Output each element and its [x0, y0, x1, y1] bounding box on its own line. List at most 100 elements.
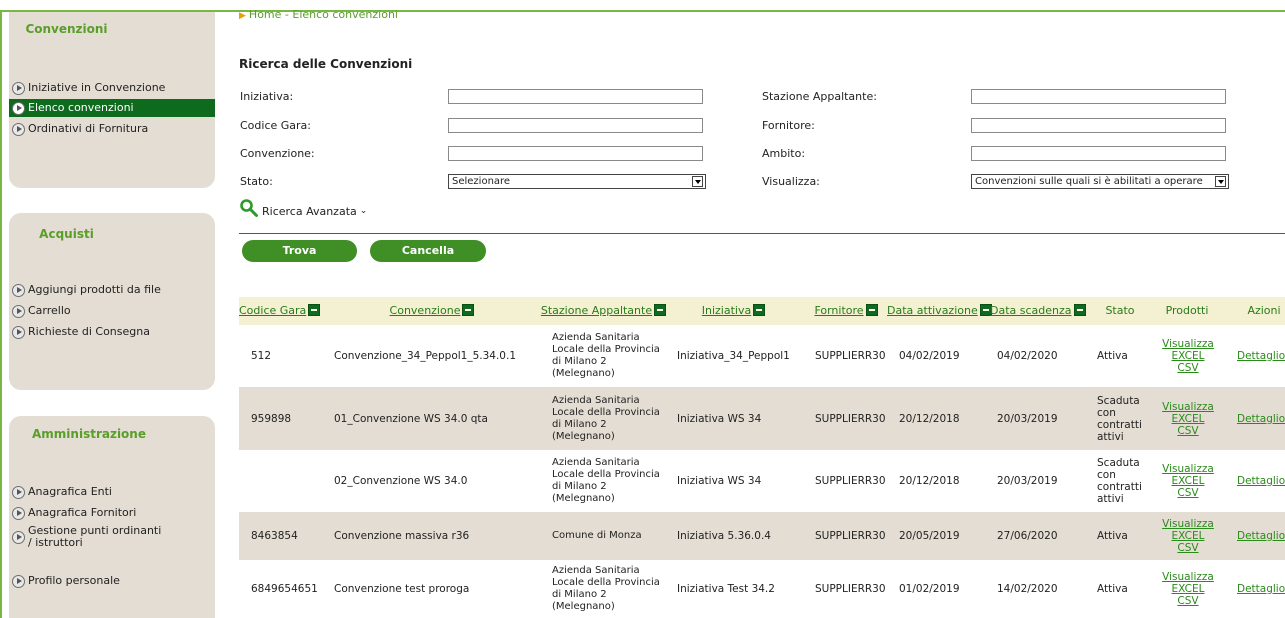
cell-stazione: Azienda Sanitaria Locale della Provincia… — [552, 565, 660, 612]
col-header-fornitore[interactable]: Fornitore — [810, 297, 882, 325]
sidebar-item-anagrafica-enti[interactable]: Anagrafica Enti — [9, 483, 215, 501]
product-link-csv[interactable]: CSV — [1177, 362, 1198, 374]
detail-link[interactable]: Dettaglio — [1237, 583, 1285, 595]
cell-data-scadenza: 27/06/2020 — [997, 530, 1058, 542]
cell-data-attivazione: 20/12/2018 — [899, 475, 960, 487]
cell-stato: Attiva — [1097, 350, 1128, 362]
product-link-csv[interactable]: CSV — [1177, 487, 1198, 499]
detail-link[interactable]: Dettaglio — [1237, 475, 1285, 487]
collapse-icon[interactable] — [654, 304, 667, 316]
product-link-excel[interactable]: EXCEL — [1172, 350, 1205, 362]
cell-azioni: Dettaglio — [1237, 512, 1285, 560]
product-link-csv[interactable]: CSV — [1177, 542, 1198, 554]
collapse-icon[interactable] — [1073, 304, 1086, 316]
sidebar-item-iniziative[interactable]: Iniziative in Convenzione — [9, 79, 215, 97]
fornitore-input[interactable] — [971, 118, 1226, 133]
ambito-label: Ambito: — [762, 147, 806, 160]
iniziativa-label: Iniziativa: — [240, 90, 294, 103]
product-links: Visualizza EXCEL CSV — [1162, 518, 1214, 554]
search-icon — [240, 199, 258, 217]
collapse-icon[interactable] — [308, 304, 321, 316]
col-header-stazione[interactable]: Stazione Appaltante — [540, 297, 667, 325]
collapse-icon[interactable] — [753, 304, 766, 316]
sidebar-item-richieste-consegna[interactable]: Richieste di Consegna — [9, 323, 215, 341]
codice-gara-input[interactable] — [448, 118, 703, 133]
col-header-convenzione[interactable]: Convenzione — [326, 297, 538, 325]
breadcrumb-text[interactable]: Home - Elenco convenzioni — [249, 8, 398, 21]
product-link-excel[interactable]: EXCEL — [1172, 413, 1205, 425]
sidebar-item-gestione-punti[interactable]: Gestione punti ordinanti / istruttori — [9, 523, 215, 551]
collapse-icon[interactable] — [462, 304, 475, 316]
product-link-excel[interactable]: EXCEL — [1172, 475, 1205, 487]
cell-data-attivazione: 01/02/2019 — [899, 583, 960, 595]
codice-gara-label: Codice Gara: — [240, 119, 311, 132]
cell-azioni: Dettaglio — [1237, 560, 1285, 618]
ambito-input[interactable] — [971, 146, 1226, 161]
cell-stato: Attiva — [1097, 530, 1128, 542]
sidebar-panel-acquisti: Acquisti Aggiungi prodotti da file Carre… — [9, 213, 215, 390]
cell-iniziativa: Iniziativa_34_Peppol1 — [677, 350, 790, 362]
col-header-label: Fornitore — [814, 304, 864, 317]
detail-link[interactable]: Dettaglio — [1237, 413, 1285, 425]
product-link-visualizza[interactable]: Visualizza — [1162, 338, 1214, 350]
sidebar-item-profilo[interactable]: Profilo personale — [9, 572, 215, 590]
cell-data-scadenza: 14/02/2020 — [997, 583, 1058, 595]
cell-fornitore: SUPPLIERR30 — [815, 530, 886, 542]
col-header-data-attivazione[interactable]: Data attivazione — [887, 297, 992, 325]
cell-convenzione: Convenzione massiva r36 — [334, 530, 470, 542]
sidebar-item-aggiungi-prodotti[interactable]: Aggiungi prodotti da file — [9, 281, 215, 299]
sidebar-item-ordinativi[interactable]: Ordinativi di Fornitura — [9, 120, 215, 138]
product-link-excel[interactable]: EXCEL — [1172, 530, 1205, 542]
cell-codice-gara: 6849654651 — [251, 583, 318, 595]
stato-select[interactable]: Selezionare — [448, 174, 706, 189]
product-link-csv[interactable]: CSV — [1177, 595, 1198, 607]
visualizza-select[interactable]: Convenzioni sulle quali si è abilitati a… — [971, 174, 1229, 189]
stazione-input[interactable] — [971, 89, 1226, 104]
cell-azioni: Dettaglio — [1237, 450, 1285, 512]
arrow-circle-icon — [12, 283, 25, 297]
col-header-stato: Stato — [1105, 304, 1135, 317]
iniziativa-input[interactable] — [448, 89, 703, 104]
advanced-search-toggle[interactable]: Ricerca Avanzata ⌄ — [239, 198, 367, 218]
col-header-iniziativa[interactable]: Iniziativa — [670, 297, 797, 325]
product-link-visualizza[interactable]: Visualizza — [1162, 463, 1214, 475]
sidebar-title-amministrazione: Amministrazione — [32, 427, 146, 441]
chevron-down-icon: ⌄ — [359, 206, 368, 216]
cell-stato: Scaduta con contratti attivi — [1097, 457, 1142, 505]
sidebar-item-label: Iniziative in Convenzione — [28, 81, 166, 94]
detail-link[interactable]: Dettaglio — [1237, 350, 1285, 362]
product-link-visualizza[interactable]: Visualizza — [1162, 401, 1214, 413]
col-header-data-scadenza[interactable]: Data scadenza — [990, 297, 1086, 325]
sidebar-item-anagrafica-fornitori[interactable]: Anagrafica Fornitori — [9, 504, 215, 522]
col-header-label: Data scadenza — [990, 304, 1072, 317]
arrow-circle-icon — [12, 101, 25, 115]
cell-stato: Scaduta con contratti attivi — [1097, 394, 1142, 443]
col-header-label: Convenzione — [389, 304, 461, 317]
cell-prodotti: Visualizza EXCEL CSV — [1156, 512, 1220, 560]
find-button[interactable]: Trova — [242, 240, 357, 262]
dropdown-arrow-icon[interactable] — [692, 176, 703, 187]
arrow-circle-icon — [12, 325, 25, 339]
product-link-csv[interactable]: CSV — [1177, 425, 1198, 437]
table-row: 512 Convenzione_34_Peppol1_5.34.0.1 Aziend… — [239, 325, 1285, 387]
sidebar-item-label: Elenco convenzioni — [28, 101, 134, 114]
cell-codice-gara: 512 — [251, 350, 272, 362]
product-link-excel[interactable]: EXCEL — [1172, 583, 1205, 595]
col-header-label: Codice Gara — [239, 304, 307, 317]
col-header-codice-gara[interactable]: Codice Gara — [239, 297, 321, 325]
sidebar-item-carrello[interactable]: Carrello — [9, 302, 215, 320]
clear-button[interactable]: Cancella — [370, 240, 486, 262]
product-link-visualizza[interactable]: Visualizza — [1162, 518, 1214, 530]
detail-link[interactable]: Dettaglio — [1237, 530, 1285, 542]
cell-iniziativa: Iniziativa Test 34.2 — [677, 583, 775, 595]
convenzione-input[interactable] — [448, 146, 703, 161]
sidebar-item-elenco-convenzioni[interactable]: Elenco convenzioni — [9, 99, 215, 117]
stazione-label: Stazione Appaltante: — [762, 90, 877, 103]
cell-data-scadenza: 20/03/2019 — [997, 475, 1058, 487]
dropdown-arrow-icon[interactable] — [1215, 176, 1226, 187]
product-link-visualizza[interactable]: Visualizza — [1162, 571, 1214, 583]
collapse-icon[interactable] — [865, 304, 878, 316]
arrow-circle-icon — [12, 485, 25, 499]
table-row: 6849654651 Convenzione test proroga Aziend… — [239, 560, 1285, 618]
sidebar-item-label: Ordinativi di Fornitura — [28, 122, 149, 135]
